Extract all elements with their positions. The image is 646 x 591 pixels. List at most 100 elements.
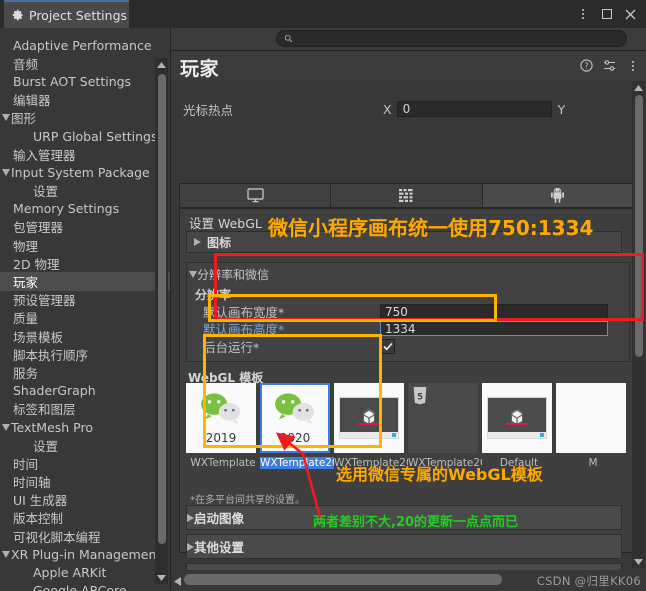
platform-tab-webgl[interactable] xyxy=(331,184,483,207)
sidebar-item-27[interactable]: 可视化脚本编程 xyxy=(0,527,170,545)
sidebar-item-0[interactable]: Adaptive Performance xyxy=(0,36,170,54)
template-thumbnail[interactable] xyxy=(482,383,552,453)
foldout-resolution[interactable]: 分辨率和微信 xyxy=(189,265,269,283)
sidebar-item-7[interactable]: Input System Package xyxy=(0,163,170,181)
template-thumbnail[interactable]: 5 xyxy=(408,383,478,453)
run-in-background-checkbox[interactable] xyxy=(380,339,395,354)
sidebar-item-30[interactable]: Google ARCore xyxy=(0,582,170,591)
canvas-width-input[interactable]: 750 xyxy=(380,304,608,319)
foldout-other-settings[interactable]: 其他设置 xyxy=(186,534,622,559)
template-name-label: WXTemplate2022' xyxy=(408,457,482,469)
sidebar-item-5[interactable]: URP Global Settings xyxy=(0,127,170,145)
webgl-template-item[interactable]: Default xyxy=(482,383,552,469)
webgl-template-item[interactable]: 2019 WXTemplate xyxy=(186,383,256,469)
sidebar-scrollbar[interactable] xyxy=(155,58,168,584)
platform-tab-standalone[interactable] xyxy=(180,184,332,207)
hotspot-y-label: Y xyxy=(557,101,566,117)
template-thumbnail[interactable] xyxy=(334,383,404,453)
foldout-splash-image[interactable]: 启动图像 xyxy=(186,505,622,530)
sidebar-item-14[interactable]: 预设管理器 xyxy=(0,291,170,309)
maximize-button[interactable] xyxy=(600,8,613,21)
sidebar-item-6[interactable]: 输入管理器 xyxy=(0,145,170,163)
preset-settings-button[interactable] xyxy=(603,59,616,72)
sidebar-item-19[interactable]: ShaderGraph xyxy=(0,382,170,400)
sidebar-item-15[interactable]: 质量 xyxy=(0,309,170,327)
platform-tab-bar[interactable] xyxy=(179,183,634,208)
sidebar-item-1[interactable]: 音频 xyxy=(0,54,170,72)
search-icon xyxy=(284,34,293,43)
close-button[interactable] xyxy=(624,8,637,21)
scroll-left-arrow-icon[interactable] xyxy=(174,575,181,589)
sidebar-item-18[interactable]: 服务 xyxy=(0,363,170,381)
sidebar-item-23[interactable]: 时间 xyxy=(0,454,170,472)
scroll-down-arrow-icon[interactable] xyxy=(155,571,168,584)
foldout-icon[interactable]: 图标 xyxy=(186,231,622,253)
webgl-template-item[interactable]: WXTemplate2022 xyxy=(334,383,408,469)
sidebar-item-8[interactable]: 设置 xyxy=(0,182,170,200)
tab-project-settings[interactable]: Project Settings xyxy=(4,2,129,28)
sidebar-item-26[interactable]: 版本控制 xyxy=(0,509,170,527)
sidebar-scrollbar-thumb[interactable] xyxy=(157,74,166,544)
search-row xyxy=(171,28,646,51)
sidebar-item-24[interactable]: 时间轴 xyxy=(0,473,170,491)
sidebar-item-9[interactable]: Memory Settings xyxy=(0,200,170,218)
horizontal-scrollbar-thumb[interactable] xyxy=(184,574,502,585)
chevron-down-icon[interactable] xyxy=(0,114,11,122)
webgl-template-item[interactable]: 2020 WXTemplate2020 xyxy=(260,383,334,469)
template-thumbnail[interactable]: 2020 xyxy=(260,383,330,453)
search-box[interactable] xyxy=(276,30,627,47)
sidebar-item-22[interactable]: 设置 xyxy=(0,436,170,454)
hotspot-x-input[interactable]: 0 xyxy=(396,101,552,117)
template-thumbnail[interactable] xyxy=(556,383,626,453)
sidebar-item-2[interactable]: Burst AOT Settings xyxy=(0,72,170,90)
sidebar-item-label: Memory Settings xyxy=(13,201,120,217)
sidebar-item-13[interactable]: 玩家 xyxy=(0,272,170,291)
webgl-template-strip[interactable]: 2019 WXTemplate 2020 WXTemplate2020 xyxy=(186,383,630,485)
platform-tab-android[interactable] xyxy=(482,184,633,207)
sidebar-item-28[interactable]: XR Plug-in Management xyxy=(0,545,170,563)
page-menu-button[interactable] xyxy=(626,59,639,72)
webgl-template-item[interactable]: M xyxy=(556,383,626,469)
tab-label: Project Settings xyxy=(29,7,128,23)
sidebar-item-25[interactable]: UI 生成器 xyxy=(0,491,170,509)
sidebar-item-12[interactable]: 2D 物理 xyxy=(0,254,170,272)
chevron-down-icon[interactable] xyxy=(0,550,11,558)
sidebar-item-3[interactable]: 编辑器 xyxy=(0,91,170,109)
scroll-up-arrow-icon[interactable] xyxy=(632,81,645,94)
template-thumbnail[interactable]: 2019 xyxy=(186,383,256,453)
chevron-down-icon[interactable] xyxy=(0,168,11,176)
sidebar-item-29[interactable]: Apple ARKit xyxy=(0,563,170,581)
search-input[interactable] xyxy=(293,32,619,45)
scroll-up-arrow-icon[interactable] xyxy=(155,58,168,71)
main-scrollbar-thumb[interactable] xyxy=(634,95,643,357)
settings-main-panel: 玩家 ? 光标热点 X 0 Y 设置 WebGL 图标 分辨率和微信 分辨率 默… xyxy=(171,28,646,591)
template-name-label: WXTemplate2022 xyxy=(334,457,408,469)
template-name-label: WXTemplate2020 xyxy=(260,457,334,469)
help-button[interactable]: ? xyxy=(580,59,593,72)
sidebar-item-label: ShaderGraph xyxy=(13,383,96,399)
canvas-height-input[interactable]: 1334 xyxy=(380,321,608,336)
chevron-right-icon xyxy=(187,511,194,525)
chevron-down-icon[interactable] xyxy=(0,423,11,431)
html5-logo-icon: 5 xyxy=(412,387,428,409)
watermark: CSDN @归里KK06 xyxy=(536,574,641,588)
main-scrollbar[interactable] xyxy=(632,81,645,568)
sidebar-item-11[interactable]: 物理 xyxy=(0,236,170,254)
sidebar-item-label: 编辑器 xyxy=(13,93,51,109)
sidebar-item-label: TextMesh Pro xyxy=(11,419,93,435)
sidebar-item-label: 预设管理器 xyxy=(13,293,76,309)
sidebar-item-16[interactable]: 场景模板 xyxy=(0,327,170,345)
settings-sidebar[interactable]: Adaptive Performance 音频 Burst AOT Settings… xyxy=(0,28,171,591)
window-menu-button[interactable] xyxy=(576,8,589,21)
chevron-right-icon xyxy=(187,238,207,246)
webgl-template-item[interactable]: 5 WXTemplate2022' xyxy=(408,383,482,469)
sidebar-item-10[interactable]: 包管理器 xyxy=(0,218,170,236)
maximize-icon xyxy=(601,9,612,19)
scroll-down-arrow-icon[interactable] xyxy=(632,555,645,568)
bottom-bar: CSDN @归里KK06 xyxy=(171,570,646,591)
sidebar-item-4[interactable]: 图形 xyxy=(0,109,170,127)
sidebar-item-label: 时间 xyxy=(13,456,39,472)
sidebar-item-20[interactable]: 标签和图层 xyxy=(0,400,170,418)
sidebar-item-17[interactable]: 脚本执行顺序 xyxy=(0,345,170,363)
sidebar-item-21[interactable]: TextMesh Pro xyxy=(0,418,170,436)
